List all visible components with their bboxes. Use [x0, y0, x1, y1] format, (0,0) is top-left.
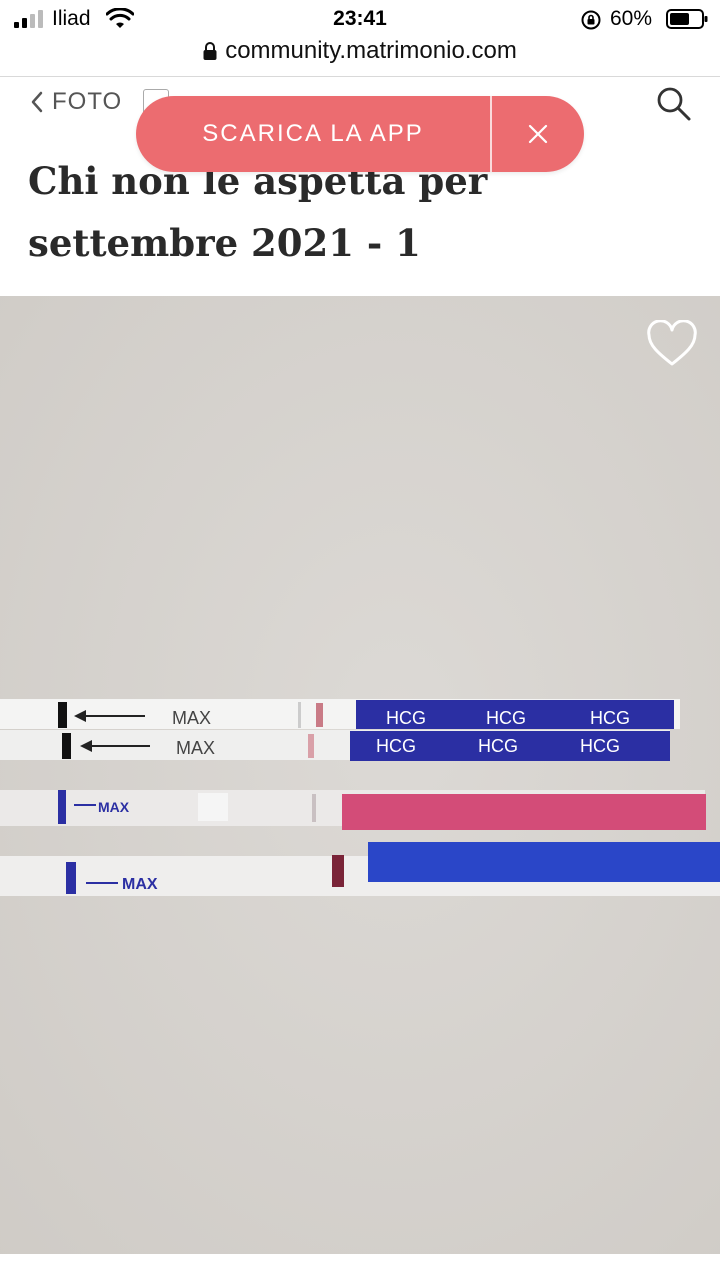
svg-text:HCG: HCG — [486, 708, 526, 728]
lock-icon — [203, 42, 217, 60]
battery-percentage: 60% — [610, 7, 653, 30]
back-to-photos-link[interactable]: FOTO — [30, 88, 122, 116]
divider — [0, 76, 720, 77]
test-strip-3: MAX — [0, 790, 706, 830]
strip-max-label: MAX — [98, 799, 130, 815]
test-strip-2: MAX HCG HCG HCG — [0, 730, 670, 761]
dismiss-banner-button[interactable] — [492, 96, 584, 172]
photo-content: MAX HCG HCG HCG MAX HCG HCG HCG MAX MAX — [0, 296, 720, 1254]
strip-max-label: MAX — [172, 708, 211, 728]
page-footer-edge — [0, 1254, 720, 1280]
svg-text:HCG: HCG — [590, 708, 630, 728]
strip-max-label: MAX — [122, 876, 158, 893]
test-strip-1: MAX HCG HCG HCG — [0, 699, 680, 729]
svg-text:HCG: HCG — [580, 736, 620, 756]
close-icon — [528, 124, 548, 144]
svg-text:HCG: HCG — [478, 736, 518, 756]
address-bar[interactable]: community.matrimonio.com — [0, 36, 720, 76]
status-bar: Iliad 23:41 60% — [0, 0, 720, 38]
heart-icon[interactable] — [646, 320, 698, 368]
download-app-banner: SCARICA LA APP — [136, 96, 584, 172]
strip-max-label: MAX — [176, 738, 215, 758]
strip-brand-label: HCG — [376, 736, 416, 756]
url-text: community.matrimonio.com — [225, 37, 517, 64]
back-label: FOTO — [52, 88, 123, 115]
search-icon[interactable] — [654, 84, 692, 122]
post-photo[interactable]: MAX HCG HCG HCG MAX HCG HCG HCG MAX MAX — [0, 296, 720, 1254]
rotation-lock-icon — [581, 10, 601, 30]
battery-icon — [666, 9, 708, 29]
download-app-button[interactable]: SCARICA LA APP — [136, 96, 492, 172]
strip-brand-label: HCG — [386, 708, 426, 728]
chevron-left-icon — [31, 91, 43, 113]
